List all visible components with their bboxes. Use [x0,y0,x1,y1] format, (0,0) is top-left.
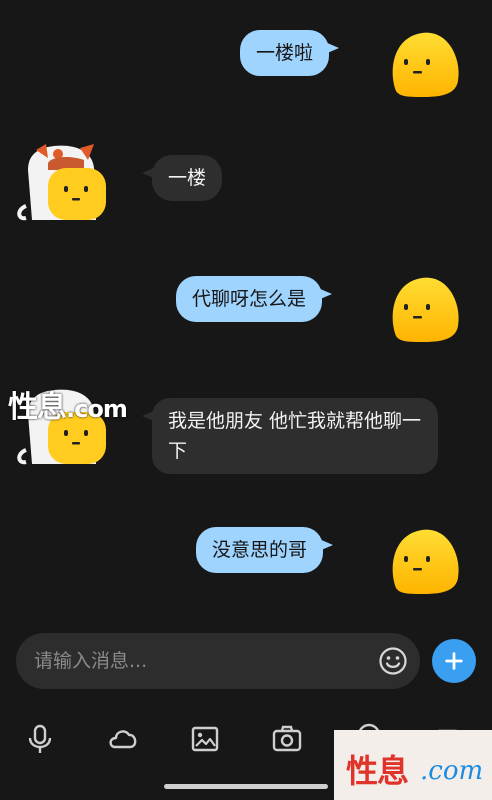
camera-button[interactable] [270,722,304,756]
contact-avatar[interactable] [14,140,110,226]
message-bubble-outgoing[interactable]: 一楼啦 [240,30,340,76]
cloud-icon [109,730,137,749]
cloud-button[interactable] [106,722,140,756]
yellow-blob-icon [392,529,459,594]
plus-icon [445,652,463,670]
message-bubble-outgoing[interactable]: 代聊呀怎么是 [176,276,333,322]
emoji-icon [379,647,407,675]
watermark-suffix: .com [66,395,128,423]
voice-button[interactable] [23,722,57,756]
watermark-banner: 性息 .com [334,730,492,800]
self-avatar[interactable] [386,29,462,99]
message-bubble-incoming[interactable]: 我是他朋友 他忙我就帮他聊一下 [142,398,438,474]
yellow-blob-icon [392,32,459,97]
image-button[interactable] [188,722,222,756]
self-avatar[interactable] [386,526,462,596]
image-icon [191,726,219,752]
message-input-container [16,633,420,689]
cat-avatar-icon [17,144,106,221]
yellow-blob-icon [392,277,459,342]
message-bubble-incoming[interactable]: 一楼 [141,155,223,201]
watermark-main: 性息 [8,390,67,425]
watermark: 性息.com [8,382,128,426]
self-avatar[interactable] [386,274,462,344]
chat-area: 一楼啦 一楼 代聊呀怎么是 我是他朋友 他忙我就帮他聊一下 性息.com 没意思… [0,0,492,620]
watermark-banner-en: .com [420,756,484,786]
home-indicator[interactable] [164,784,328,789]
message-bubble-outgoing[interactable]: 没意思的哥 [196,527,334,573]
watermark-banner-cn: 性息 [346,752,409,790]
emoji-button[interactable] [378,646,408,676]
add-button[interactable] [432,639,476,683]
microphone-icon [28,724,52,753]
camera-icon [272,725,302,752]
message-input[interactable] [34,633,364,689]
message-input-bar [0,628,492,694]
